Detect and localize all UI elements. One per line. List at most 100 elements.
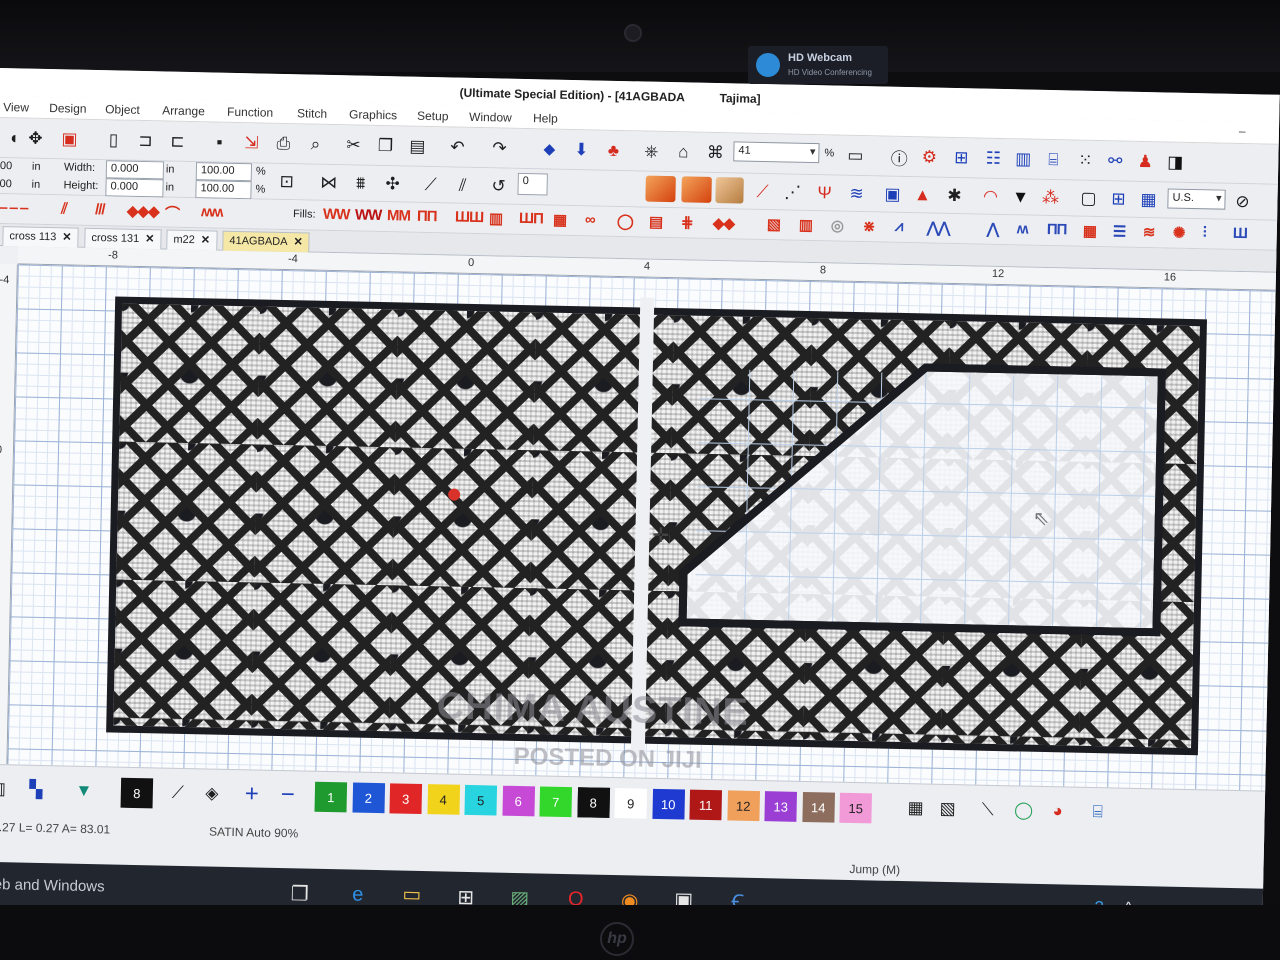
- close-icon[interactable]: ✕: [62, 231, 71, 243]
- arch-stitch-icon[interactable]: ⌒: [165, 202, 179, 223]
- fill-pattern-12-icon[interactable]: ⋕: [681, 213, 693, 231]
- measure-icon[interactable]: ⊘: [1229, 189, 1256, 216]
- arch-icon[interactable]: ◠: [977, 184, 1004, 211]
- menu-window[interactable]: Window: [469, 110, 512, 125]
- fill-pattern-19-icon[interactable]: ⋀⋀: [927, 218, 950, 236]
- line-tool-icon[interactable]: ⟍: [974, 797, 1001, 824]
- skew-icon[interactable]: ✣: [379, 171, 406, 198]
- machine-icon[interactable]: ⚙: [916, 144, 943, 171]
- spool-icon[interactable]: ⌸: [1040, 147, 1067, 174]
- open-folder-icon[interactable]: ⊐: [132, 128, 159, 155]
- color-swatch-12[interactable]: 12: [726, 790, 760, 822]
- menu-object[interactable]: Object: [105, 102, 140, 117]
- zoom-select[interactable]: 41: [733, 141, 820, 164]
- satin-stitch-icon[interactable]: ⫽: [61, 200, 67, 217]
- color-swatch-10[interactable]: 10: [651, 788, 685, 820]
- zigzag-stitch-icon[interactable]: ///: [95, 201, 105, 218]
- fill-pattern-1-icon[interactable]: WW: [323, 206, 350, 224]
- taskbar-search[interactable]: web and Windows: [0, 876, 105, 896]
- menu-view[interactable]: View: [3, 100, 29, 115]
- fill-pattern-3-icon[interactable]: MM: [387, 207, 410, 224]
- node-edit-icon[interactable]: ✥: [22, 125, 49, 152]
- fill-pattern-4-icon[interactable]: ПП: [417, 208, 437, 225]
- network-icon[interactable]: ⊞: [948, 145, 975, 172]
- monogram-icon[interactable]: ⌘: [702, 140, 729, 167]
- lettering-icon[interactable]: ⌂: [670, 139, 697, 166]
- fill-pattern-16-icon[interactable]: ◎: [831, 216, 843, 234]
- fill-pattern-5-icon[interactable]: ШШ: [455, 209, 484, 227]
- ball-icon[interactable]: ◕: [1044, 798, 1071, 825]
- shapes-icon[interactable]: ▲: [909, 182, 936, 209]
- fill-pattern-21-icon[interactable]: ʍ: [1017, 220, 1028, 237]
- fill-pattern-24-icon[interactable]: ☰: [1113, 222, 1126, 240]
- fill-tool-icon[interactable]: [645, 175, 676, 203]
- circles-icon[interactable]: ⁂: [1037, 185, 1064, 212]
- save-icon[interactable]: ▪: [206, 129, 233, 156]
- menu-stitch[interactable]: Stitch: [297, 106, 327, 121]
- thread-chart-icon[interactable]: ▥: [0, 776, 11, 803]
- minimize-icon[interactable]: –: [1239, 124, 1246, 138]
- color-swatch-4[interactable]: 4: [426, 784, 460, 815]
- color-swatch-9[interactable]: 9: [614, 788, 648, 819]
- shear-icon[interactable]: ⫽: [449, 172, 476, 199]
- color-swatch-6[interactable]: 6: [501, 785, 535, 817]
- shirt-icon[interactable]: ▼: [1007, 184, 1034, 211]
- mirror-h-icon[interactable]: ⋈: [315, 170, 342, 197]
- ring-icon[interactable]: ◯: [1010, 797, 1037, 824]
- tab-m22[interactable]: m22 ✕: [166, 229, 218, 251]
- export-icon[interactable]: ⇲: [238, 130, 265, 157]
- color-swatch-3[interactable]: 3: [389, 783, 423, 814]
- eyedropper-icon[interactable]: ⟋: [165, 780, 192, 807]
- copy-icon[interactable]: ❐: [372, 133, 399, 160]
- height-field[interactable]: 0.000: [105, 178, 164, 198]
- tab-cross-113[interactable]: cross 113 ✕: [2, 226, 79, 248]
- color-swatch-1[interactable]: 1: [314, 781, 348, 813]
- menu-design[interactable]: Design: [49, 101, 87, 116]
- fill-pattern-22-icon[interactable]: ПП: [1047, 221, 1067, 238]
- wave-stitch-icon[interactable]: ʍʍ: [201, 203, 223, 220]
- fill-pattern-18-icon[interactable]: ⩘: [895, 218, 903, 235]
- tab-41agbada[interactable]: 41AGBADA ✕: [222, 230, 310, 253]
- remove-color-icon[interactable]: −: [275, 781, 302, 809]
- dashed-stitch-icon[interactable]: ‒ ‒ ‒: [0, 199, 28, 217]
- menu-graphics[interactable]: Graphics: [349, 107, 397, 122]
- bead-stitch-icon[interactable]: ◆◆◆: [127, 202, 159, 221]
- fork-icon[interactable]: Ψ: [811, 180, 838, 207]
- close-icon[interactable]: ✕: [145, 233, 154, 245]
- open-design-icon[interactable]: ⊏: [164, 128, 191, 155]
- add-color-icon[interactable]: +: [239, 780, 266, 808]
- bucket-icon[interactable]: ◈: [199, 780, 226, 807]
- fill-pattern-28-icon[interactable]: Ш: [1233, 225, 1247, 242]
- new-file-icon[interactable]: ▯: [100, 127, 127, 154]
- info-icon[interactable]: ⓘ: [886, 144, 913, 171]
- print-icon[interactable]: ⎙: [270, 131, 297, 158]
- color-swatch-7[interactable]: 7: [539, 786, 573, 818]
- fill-pattern-25-icon[interactable]: ≋: [1143, 223, 1155, 241]
- spool-color-icon[interactable]: ⌸: [1084, 799, 1111, 826]
- color-swatch-11[interactable]: 11: [689, 789, 723, 821]
- color-wheel-icon[interactable]: ▚: [23, 777, 50, 804]
- fill-pattern-23-icon[interactable]: ▦: [1083, 222, 1097, 240]
- color-swatch-14[interactable]: 14: [801, 791, 835, 823]
- color-sort-icon[interactable]: ♣: [600, 138, 627, 165]
- color-swatch-13[interactable]: 13: [764, 791, 798, 822]
- points-icon[interactable]: ⋰: [779, 179, 806, 206]
- cut-icon[interactable]: ✂: [340, 132, 367, 159]
- color-swatch-15[interactable]: 15: [839, 792, 872, 824]
- star-icon[interactable]: ✱: [941, 183, 968, 210]
- fill-pattern-15-icon[interactable]: ▥: [799, 216, 813, 234]
- redo-icon[interactable]: ↷: [486, 135, 513, 162]
- list-view-icon[interactable]: ☷: [980, 146, 1007, 173]
- fill-pattern-14-icon[interactable]: ▧: [767, 215, 781, 233]
- fill-pattern-2-icon[interactable]: WW: [355, 206, 382, 224]
- slant-icon[interactable]: ⟋: [417, 172, 444, 199]
- fill-pattern-26-icon[interactable]: ✺: [1173, 224, 1185, 242]
- fill-pattern-20-icon[interactable]: ⋀: [987, 220, 999, 238]
- neck-cutout-shape[interactable]: [674, 358, 1166, 637]
- columns-icon[interactable]: ▥: [1010, 146, 1037, 173]
- lock-aspect-icon[interactable]: ⊡: [273, 169, 300, 196]
- menu-help[interactable]: Help: [533, 111, 558, 126]
- dots-grid-icon[interactable]: ⁙: [1072, 147, 1099, 174]
- thread-sort-icon[interactable]: ▧: [934, 796, 961, 823]
- close-icon[interactable]: ✕: [201, 234, 210, 246]
